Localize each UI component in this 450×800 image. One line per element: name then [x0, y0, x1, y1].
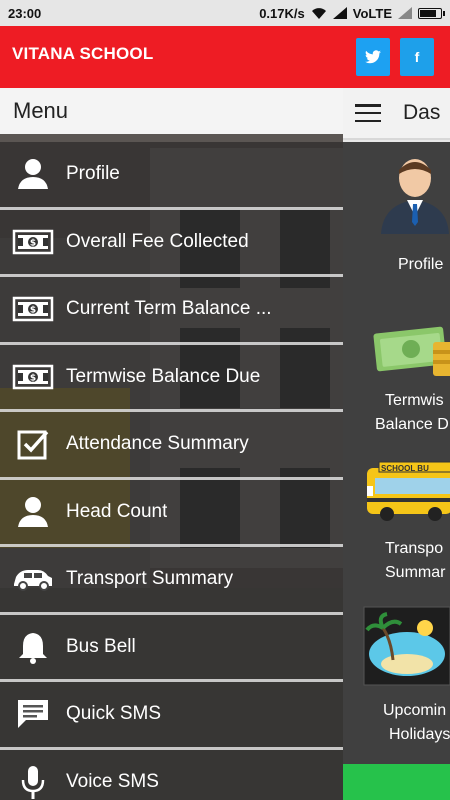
tile-label-line2: Balance D: [375, 416, 449, 433]
network-speed: 0.17K/s: [259, 5, 305, 21]
svg-text:$: $: [30, 373, 36, 383]
dashboard-tile-profile[interactable]: Profile: [343, 142, 450, 292]
car-icon: [14, 570, 52, 592]
money-icon: $: [12, 364, 54, 389]
bus-sign: SCHOOL BU: [381, 464, 429, 473]
menu-item-current-term-balance[interactable]: $ Current Term Balance ...: [0, 277, 343, 345]
battery-icon: [418, 7, 445, 19]
hamburger-icon[interactable]: [355, 104, 381, 122]
cash-icon: [373, 326, 450, 376]
twitter-icon: [365, 50, 381, 64]
app-title: VITANA SCHOOL: [12, 44, 154, 63]
app-bar: VITANA SCHOOL f: [0, 26, 450, 88]
svg-text:$: $: [30, 238, 36, 248]
menu-item-label: Attendance Summary: [66, 433, 249, 455]
checkbox-icon: [17, 430, 49, 460]
mic-icon: [21, 765, 45, 799]
dashboard-tile-transport[interactable]: SCHOOL BU Transpo Summar: [343, 458, 450, 598]
menu-item-overall-fee-collected[interactable]: $ Overall Fee Collected: [0, 209, 343, 277]
menu-item-label: Current Term Balance ...: [66, 298, 272, 320]
businessman-icon: [381, 159, 449, 234]
menu-item-label: Profile: [66, 163, 120, 185]
status-time: 23:00: [8, 5, 42, 21]
menu-item-voice-sms[interactable]: Voice SMS: [0, 749, 343, 800]
tile-label-line1: Upcomin: [383, 702, 447, 719]
tile-label: Profile: [398, 256, 444, 273]
person-icon: [18, 159, 48, 190]
menu-item-head-count[interactable]: Head Count: [0, 479, 343, 547]
menu-item-termwise-balance-due[interactable]: $ Termwise Balance Due: [0, 344, 343, 412]
dashboard-toolbar: Das: [343, 88, 450, 140]
wifi-icon: [311, 7, 326, 19]
menu-item-label: Bus Bell: [66, 635, 136, 657]
drawer-header: Menu: [0, 88, 343, 134]
tile-label-line1: Transpo: [385, 540, 444, 557]
menu-item-label: Termwise Balance Due: [66, 365, 261, 387]
beach-icon: [363, 606, 450, 686]
twitter-button[interactable]: [356, 38, 390, 76]
dashboard-grid: Profile Termwis Balance D SCHOOL BU Tran…: [343, 142, 450, 800]
chat-icon: [18, 700, 48, 729]
bottom-green-bar: [343, 764, 450, 800]
drawer-menu-list: Profile $ Overall Fee Collected $ Curren…: [0, 142, 343, 800]
signal-icon-2: [398, 7, 412, 19]
money-icon: $: [12, 297, 54, 322]
status-bar: 23:00 0.17K/s VoLTE: [0, 0, 450, 26]
menu-item-transport-summary[interactable]: Transport Summary: [0, 547, 343, 615]
tile-label-line1: Termwis: [385, 392, 444, 409]
menu-item-attendance-summary[interactable]: Attendance Summary: [0, 412, 343, 480]
dashboard-tile-holidays[interactable]: Upcomin Holidays: [343, 606, 450, 756]
dashboard-title: Das: [403, 101, 441, 124]
menu-item-label: Quick SMS: [66, 703, 162, 725]
network-type: VoLTE: [352, 5, 392, 21]
tile-label-line2: Holidays: [389, 726, 450, 743]
tile-label-line2: Summar: [385, 564, 446, 581]
dashboard: Das Profile Termwis Balance D SCHOOL BU …: [343, 88, 450, 800]
money-icon: $: [12, 229, 54, 254]
bell-icon: [19, 632, 47, 664]
drawer-title: Menu: [13, 98, 69, 123]
menu-item-label: Transport Summary: [66, 568, 234, 590]
facebook-button[interactable]: f: [400, 38, 434, 76]
menu-item-quick-sms[interactable]: Quick SMS: [0, 682, 343, 750]
menu-item-bus-bell[interactable]: Bus Bell: [0, 614, 343, 682]
menu-item-profile[interactable]: Profile: [0, 142, 343, 210]
menu-item-label: Voice SMS: [66, 770, 159, 792]
menu-item-label: Head Count: [66, 500, 168, 522]
signal-icon: [332, 7, 347, 19]
svg-text:$: $: [30, 306, 36, 316]
menu-item-label: Overall Fee Collected: [66, 230, 249, 252]
dashboard-tile-termwise[interactable]: Termwis Balance D: [343, 312, 450, 452]
facebook-icon: f: [414, 49, 420, 65]
navigation-drawer: Menu Profile $ Overall Fee Collected $ C…: [0, 88, 343, 800]
person-icon: [18, 496, 48, 527]
